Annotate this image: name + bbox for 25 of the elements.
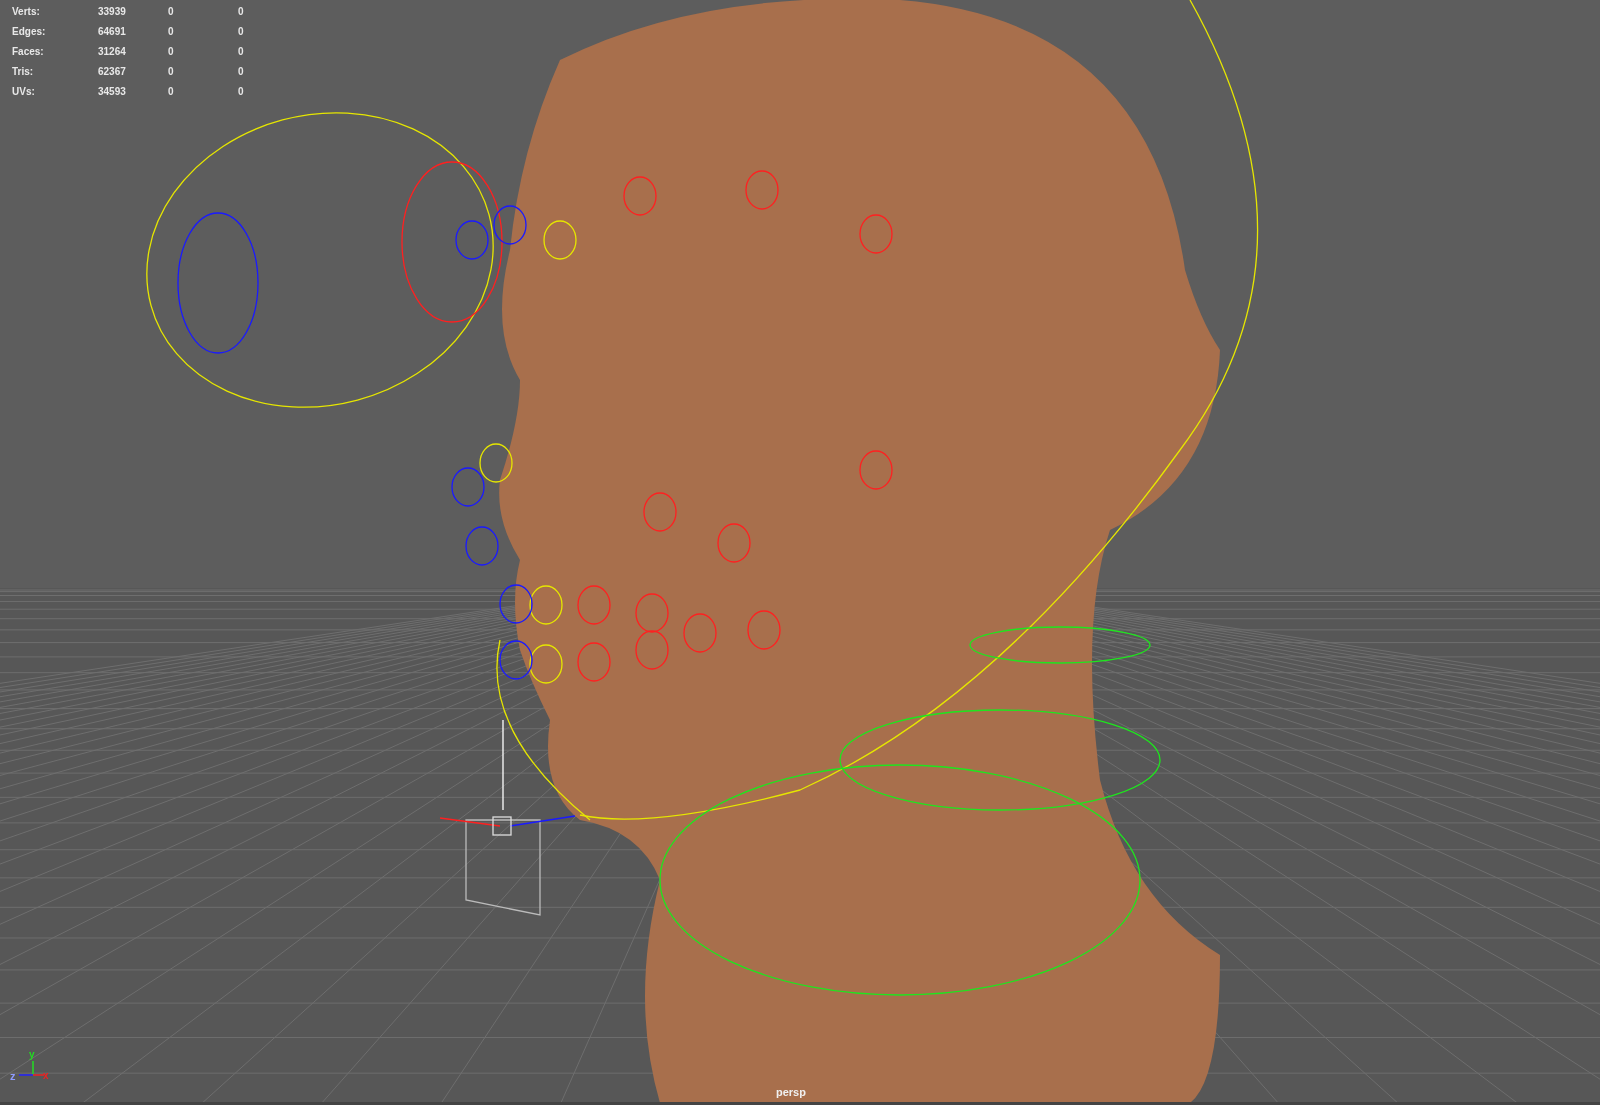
stat-value: 64691 bbox=[98, 25, 127, 39]
stat-value: 34593 bbox=[98, 85, 127, 99]
stat-value: 0 bbox=[168, 65, 175, 79]
stat-label: UVs: bbox=[12, 85, 36, 99]
stat-value: 0 bbox=[238, 5, 245, 19]
stat-value: 0 bbox=[238, 85, 245, 99]
stat-label: Faces: bbox=[12, 45, 45, 59]
axis-label: z bbox=[10, 1069, 16, 1084]
stat-value: 0 bbox=[168, 85, 175, 99]
stat-label: Edges: bbox=[12, 25, 47, 39]
stat-value: 62367 bbox=[98, 65, 127, 79]
stat-label: Verts: bbox=[12, 5, 41, 19]
viewport[interactable]: Verts: 33939 0 0 Edges: 64691 0 0 Faces: 31264 0 0 Tris: 62367 0 0 UVs: 34593 0 0 y z x persp bbox=[0, 0, 1600, 1105]
stat-value: 0 bbox=[168, 5, 175, 19]
stat-value: 33939 bbox=[98, 5, 127, 19]
stat-value: 0 bbox=[168, 25, 175, 39]
axis-label: x bbox=[43, 1069, 49, 1083]
stat-label: Tris: bbox=[12, 65, 35, 79]
stat-value: 0 bbox=[168, 45, 175, 59]
stat-value: 0 bbox=[238, 45, 245, 59]
stat-value: 0 bbox=[238, 65, 245, 79]
camera-label: persp bbox=[776, 1085, 806, 1100]
stat-value: 0 bbox=[238, 25, 245, 39]
stat-value: 31264 bbox=[98, 45, 127, 59]
axis-label: y bbox=[29, 1048, 35, 1062]
